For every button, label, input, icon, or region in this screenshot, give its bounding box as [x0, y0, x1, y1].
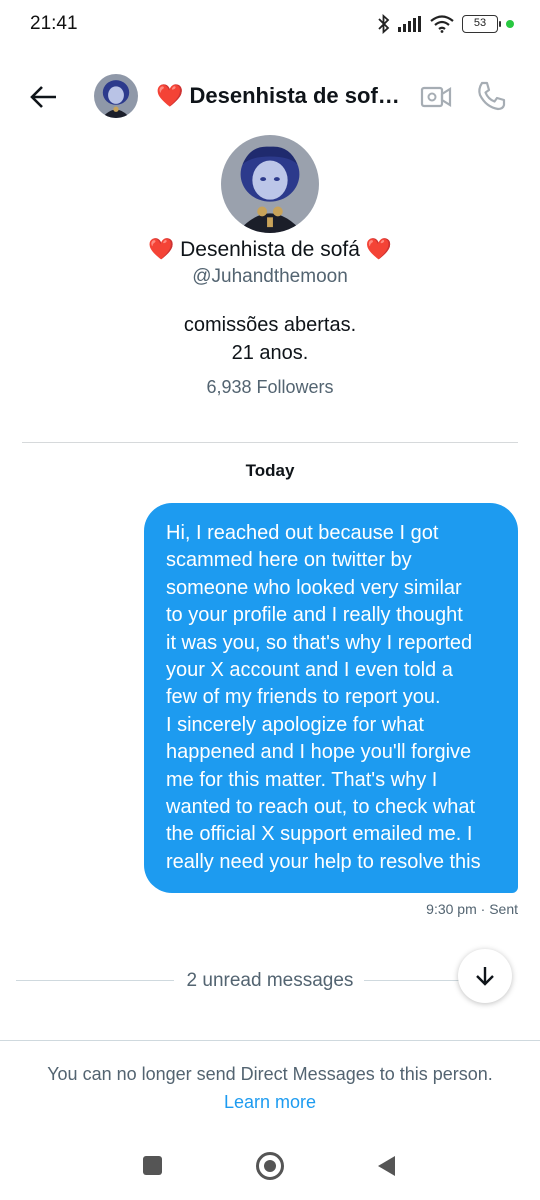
profile-name: ❤️ Desenhista de sofá ❤️ — [148, 238, 392, 261]
phone-button[interactable] — [475, 80, 507, 112]
message-line: I sincerely apologize for what — [166, 713, 424, 736]
wifi-icon — [430, 15, 454, 33]
system-back-button[interactable] — [376, 1154, 396, 1178]
bio-line: comissões abertas. — [183, 314, 357, 336]
status-time: 21:41 — [30, 13, 78, 34]
message-line: scammed here on twitter by — [166, 549, 412, 572]
followers-count[interactable]: 6,938 Followers — [0, 377, 540, 398]
message-line: really need your help to resolve this — [166, 850, 481, 873]
charging-indicator — [506, 20, 514, 28]
back-arrow-icon — [30, 86, 56, 108]
header-title[interactable]: ❤️ Desenhista de sofá ❤️ — [156, 83, 408, 109]
profile-bio: comissões abertas. 21 anos. — [0, 311, 540, 367]
back-button[interactable] — [28, 82, 62, 112]
message-timestamp: 9:30 pm · Sent — [426, 901, 518, 917]
footer-divider — [0, 1040, 540, 1041]
message-line: someone who looked very similar — [166, 576, 462, 599]
bluetooth-icon — [378, 14, 390, 34]
arrow-down-icon — [476, 967, 494, 986]
divider — [22, 442, 518, 443]
message-line: your X account and I even told a — [166, 659, 453, 682]
signal-icon — [398, 16, 422, 32]
learn-more-link[interactable]: Learn more — [0, 1092, 540, 1113]
avatar[interactable] — [94, 74, 138, 118]
message-line: few of my friends to report you. — [166, 686, 441, 709]
video-call-icon — [420, 86, 452, 108]
scroll-to-bottom-button[interactable] — [458, 949, 512, 1003]
bio-line: 21 anos. — [231, 342, 309, 364]
unread-divider-right — [364, 980, 464, 981]
status-bar: 21:41 53 — [0, 0, 540, 52]
message-line: the official X support emailed me. I — [166, 823, 473, 846]
video-call-button[interactable] — [420, 82, 452, 112]
battery-icon: 53 — [462, 15, 501, 33]
unread-messages-label: 2 unread messages — [186, 970, 354, 991]
message-line: to your profile and I really thought — [166, 604, 463, 627]
message-line: wanted to reach out, to check what — [166, 796, 476, 819]
back-triangle-icon — [378, 1156, 395, 1176]
message-line: Hi, I reached out because I got — [166, 522, 439, 544]
message-line: it was you, so that's why I reported — [166, 631, 473, 654]
phone-icon — [478, 81, 506, 111]
profile-handle: @Juhandthemoon — [192, 266, 348, 287]
home-button[interactable] — [256, 1152, 284, 1180]
unread-divider-left — [16, 980, 174, 981]
status-icons: 53 — [378, 14, 514, 34]
conversation-header: ❤️ Desenhista de sofá ❤️ — [0, 70, 540, 126]
message-line: me for this matter. That's why I — [166, 768, 438, 791]
message-line: happened and I hope you'll forgive — [166, 741, 472, 764]
dm-disabled-notice: You can no longer send Direct Messages t… — [47, 1064, 493, 1084]
sent-message-bubble[interactable]: Hi, I reached out because I got scammed … — [144, 503, 518, 893]
recent-apps-button[interactable] — [143, 1156, 162, 1175]
profile-avatar[interactable] — [221, 135, 319, 233]
day-separator: Today — [245, 461, 295, 480]
